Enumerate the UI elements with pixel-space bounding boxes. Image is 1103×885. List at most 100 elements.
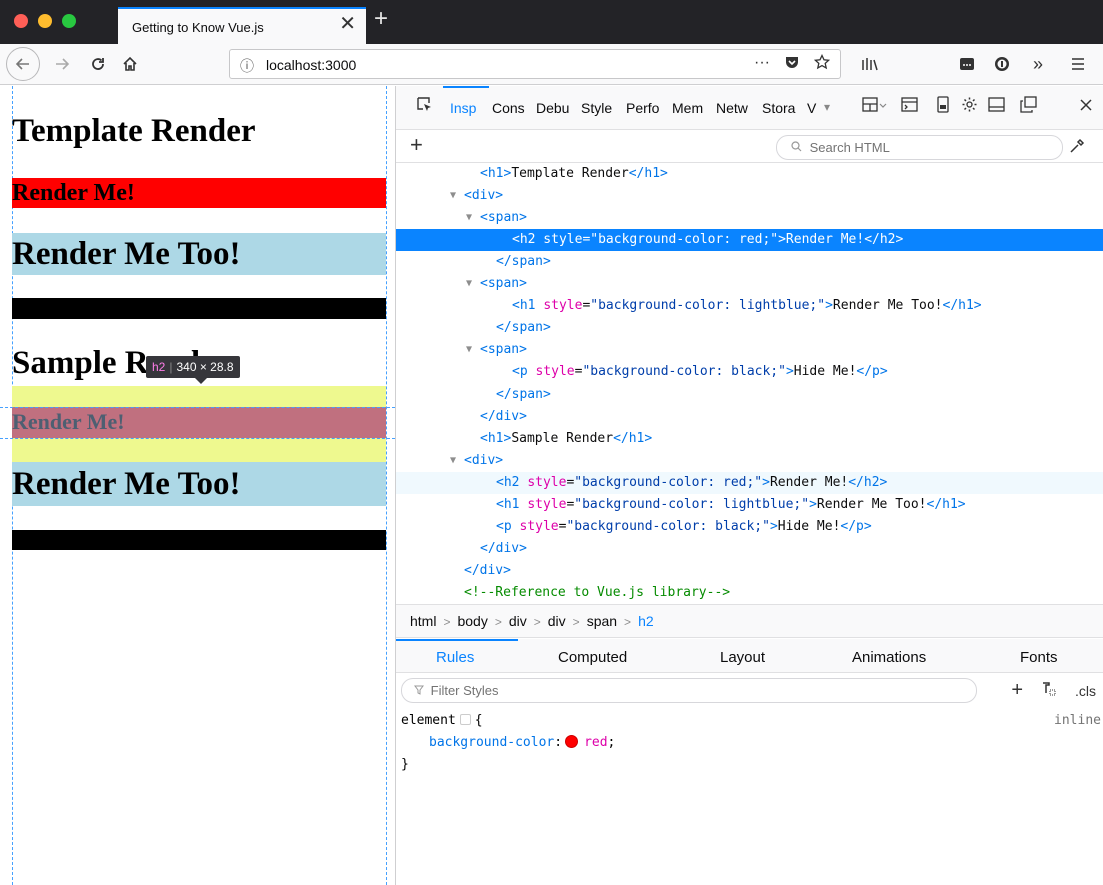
tab-performance[interactable]: Perfo [626,100,664,116]
breadcrumb-item[interactable]: span [587,605,617,637]
page-actions-icon[interactable]: ··· [754,54,770,75]
expand-twisty-icon[interactable]: ▼ [466,207,472,229]
eyedropper-button[interactable] [1068,137,1086,160]
url-bar[interactable]: ⓘ localhost:3000 ··· [229,49,841,79]
markup-node[interactable]: ▼ <span> [396,207,1103,229]
breadcrumb-item[interactable]: div [548,605,566,637]
rule-close-brace: } [401,757,409,772]
library-button[interactable] [858,50,882,78]
tab-animations[interactable]: Animations [852,649,926,666]
markup-node[interactable]: </div> [396,560,1103,582]
expand-twisty-icon[interactable]: ▼ [450,450,456,472]
color-swatch-icon[interactable] [565,735,579,748]
toggle-pseudo-classes-icon[interactable] [1041,681,1057,700]
markup-node[interactable]: <h1>Sample Render</h1> [396,428,1103,450]
markup-node[interactable]: <h1>Template Render</h1> [396,163,1103,185]
pocket-icon[interactable] [784,54,800,75]
rule-value[interactable]: red [584,735,607,750]
rule-source[interactable]: inline [1054,710,1101,732]
responsive-design-button[interactable] [936,96,950,119]
url-text[interactable]: localhost:3000 [266,57,356,73]
markup-node[interactable]: </span> [396,384,1103,406]
dock-bottom-button[interactable] [988,96,1005,119]
tab-memory[interactable]: Mem [672,100,710,116]
markup-node[interactable]: <p style="background-color: black;">Hide… [396,361,1103,383]
frame-picker-button[interactable] [862,96,888,119]
separate-window-button[interactable] [1020,96,1037,119]
new-tab-button[interactable]: + [374,6,388,32]
cls-toggle-button[interactable]: .cls [1075,683,1096,699]
bookmark-star-icon[interactable] [813,53,831,75]
rule-gear-icon[interactable] [459,714,471,725]
expand-twisty-icon[interactable]: ▼ [450,185,456,207]
site-info-icon[interactable]: ⓘ [240,56,254,76]
markup-node[interactable]: </span> [396,317,1103,339]
breadcrumb-item[interactable]: body [457,605,487,637]
markup-node[interactable]: <h2 style="background-color: red;">Rende… [396,229,1103,252]
forward-arrow-icon [56,58,70,70]
markup-node[interactable]: <h2 style="background-color: red;">Rende… [396,471,1103,494]
markup-node[interactable]: <h1 style="background-color: lightblue;"… [396,494,1103,516]
markup-node[interactable]: <h1 style="background-color: lightblue;"… [396,295,1103,317]
tab-console[interactable]: Cons [492,100,528,116]
tab-layout[interactable]: Layout [720,649,765,666]
breadcrumb-item[interactable]: h2 [638,605,654,637]
tab-close-icon[interactable]: ✕ [339,14,356,34]
markup-node[interactable]: </div> [396,538,1103,560]
margin-highlight-top [12,386,386,407]
close-window-button[interactable] [14,14,28,28]
breadcrumb-item[interactable]: html [410,605,436,637]
forward-button[interactable] [50,50,74,78]
back-arrow-icon [15,58,29,70]
back-button[interactable] [6,47,40,81]
rules-view: element {inline background-color: red; } [401,710,1101,776]
hamburger-icon [1072,58,1084,70]
tab-computed[interactable]: Computed [558,649,627,666]
markup-node[interactable]: ▼ <span> [396,273,1103,295]
tab-rules[interactable]: Rules [436,649,474,666]
markup-node[interactable]: </div> [396,406,1103,428]
tab-network[interactable]: Netw [716,100,754,116]
markup-node[interactable]: ▼ <span> [396,339,1103,361]
hamburger-menu-button[interactable] [1066,50,1090,78]
window-titlebar: Getting to Know Vue.js ✕ + [0,0,1103,44]
rule-footer: } [401,754,1101,776]
add-rule-icon[interactable]: + [1011,679,1023,702]
settings-button[interactable] [961,96,978,119]
browser-tab[interactable]: Getting to Know Vue.js ✕ [118,7,366,44]
password-manager-button[interactable] [990,50,1014,78]
markup-node[interactable]: <p style="background-color: black;">Hide… [396,516,1103,538]
home-button[interactable] [118,50,142,78]
search-html-input[interactable]: Search HTML [776,135,1063,160]
expand-twisty-icon[interactable]: ▼ [466,273,472,295]
add-node-button[interactable]: + [410,132,423,158]
markup-node[interactable]: </span> [396,251,1103,273]
tab-fonts[interactable]: Fonts [1020,649,1058,666]
markup-node[interactable]: ▼ <div> [396,185,1103,207]
tab-inspector[interactable]: Insp [450,100,484,116]
split-console-button[interactable] [901,96,918,119]
zoom-window-button[interactable] [62,14,76,28]
chevron-double-right-icon: » [1032,53,1043,74]
tab-more[interactable]: V [807,100,821,116]
markup-node[interactable]: ▼ <div> [396,450,1103,472]
breadcrumb-separator-icon: > [572,615,580,629]
tab-debugger[interactable]: Debu [536,100,572,116]
markup-view[interactable]: <h1>Template Render</h1> ▼ <div> ▼ <span> <h2… [396,163,1103,604]
close-devtools-button[interactable] [1079,96,1093,118]
element-picker-button[interactable] [416,96,433,119]
markup-node[interactable]: <!--Reference to Vue.js library--> [396,582,1103,604]
filter-styles-input[interactable]: Filter Styles [401,678,977,703]
expand-twisty-icon[interactable]: ▼ [466,339,472,361]
extension-button[interactable] [955,50,979,78]
overflow-menu-button[interactable]: » [1026,50,1050,78]
tabs-dropdown-icon[interactable]: ▾ [824,96,830,118]
rule-declaration[interactable]: background-color: red; [401,732,1101,754]
tab-style-editor[interactable]: Style [581,100,618,116]
minimize-window-button[interactable] [38,14,52,28]
reload-button[interactable] [86,50,110,78]
tab-storage[interactable]: Stora [762,100,800,116]
rule-property[interactable]: background-color [429,735,554,750]
sidebar-tabbar: Rules Computed Layout Animations Fonts [396,639,1103,673]
breadcrumb-item[interactable]: div [509,605,527,637]
